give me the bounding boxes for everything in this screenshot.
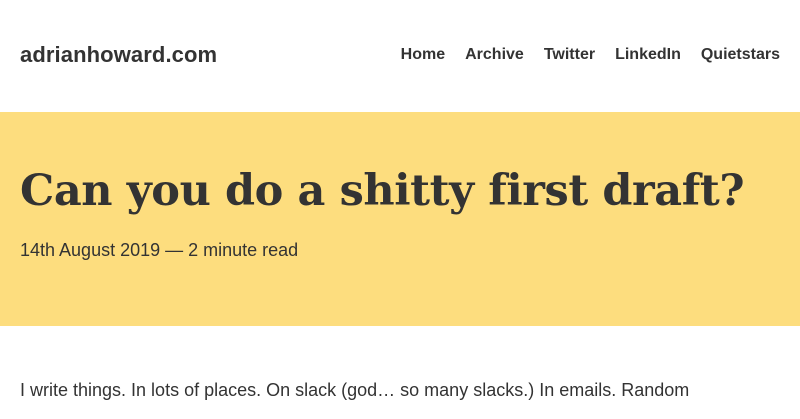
nav-quietstars-link[interactable]: Quietstars: [701, 46, 780, 64]
nav-linkedin-link[interactable]: LinkedIn: [615, 46, 681, 64]
nav-archive-link[interactable]: Archive: [465, 46, 524, 64]
post-hero-banner: Can you do a shitty first draft? 14th Au…: [0, 112, 800, 326]
nav-twitter-link[interactable]: Twitter: [544, 46, 595, 64]
post-title: Can you do a shitty first draft?: [20, 166, 745, 216]
post-meta: 14th August 2019 — 2 minute read: [20, 240, 299, 260]
main-nav: Home Archive Twitter LinkedIn Quietstars: [401, 46, 780, 64]
site-title-link[interactable]: adrianhoward.com: [20, 42, 217, 68]
site-header: adrianhoward.com Home Archive Twitter Li…: [0, 0, 800, 112]
post-body-text: I write things. In lots of places. On sl…: [20, 380, 690, 400]
nav-home-link[interactable]: Home: [401, 46, 445, 64]
